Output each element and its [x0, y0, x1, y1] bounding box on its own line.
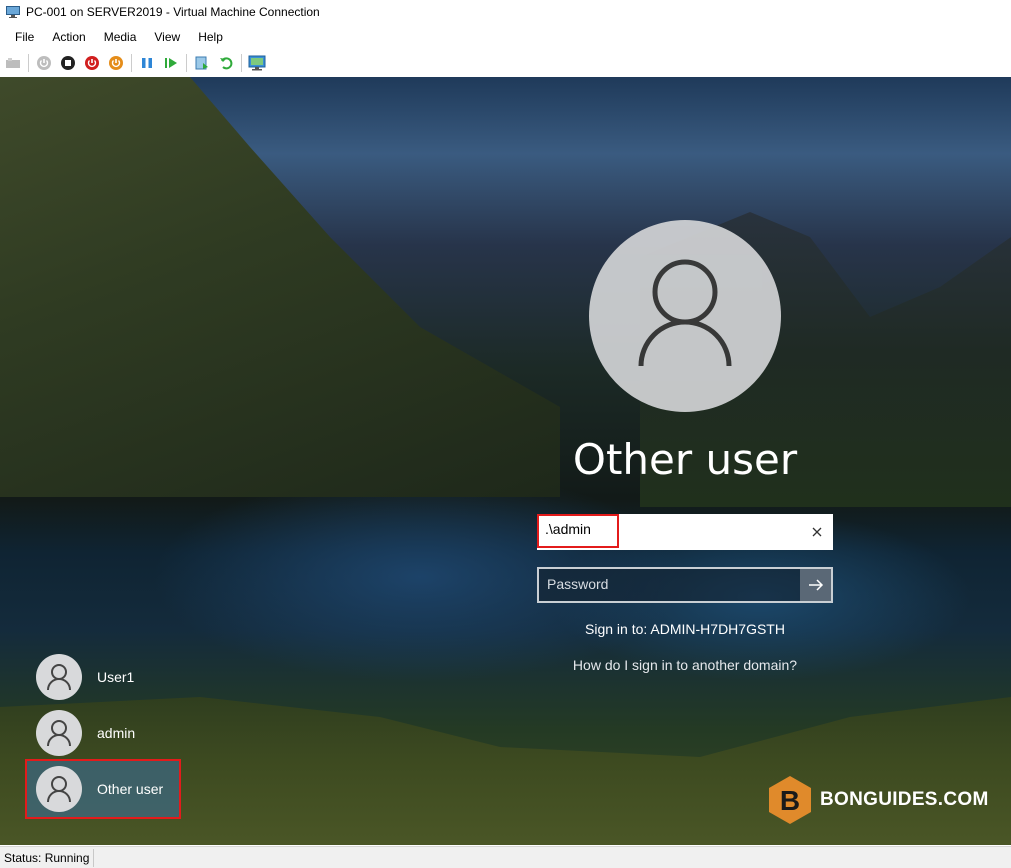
user-tile-label: Other user: [97, 781, 164, 797]
menu-help[interactable]: Help: [189, 30, 232, 44]
menu-action[interactable]: Action: [43, 30, 94, 44]
window-title: PC-001 on SERVER2019 - Virtual Machine C…: [26, 5, 320, 19]
submit-arrow-button[interactable]: [800, 569, 831, 601]
toolbar-separator: [131, 54, 132, 72]
user-tile-label: User1: [97, 669, 135, 685]
arrow-right-icon: [808, 579, 823, 591]
user-tile-user1[interactable]: User1: [27, 650, 179, 704]
password-input[interactable]: [547, 576, 787, 592]
toolbar: [0, 50, 1011, 76]
user-tile-label: admin: [97, 725, 136, 741]
enhanced-session-icon[interactable]: [248, 54, 266, 72]
user-icon: [36, 654, 82, 700]
user-avatar-large: [589, 220, 781, 412]
toolbar-separator: [28, 54, 29, 72]
status-text: Status: Running: [0, 848, 95, 867]
user-icon: [638, 259, 732, 367]
window-titlebar: PC-001 on SERVER2019 - Virtual Machine C…: [0, 0, 1011, 24]
other-domain-link[interactable]: How do I sign in to another domain?: [540, 657, 830, 673]
bonguides-logo-icon: B: [769, 776, 811, 824]
reset-icon[interactable]: [162, 54, 180, 72]
menu-media[interactable]: Media: [95, 30, 146, 44]
status-bar: Status: Running: [0, 846, 1011, 868]
pause-icon[interactable]: [138, 54, 156, 72]
menu-view[interactable]: View: [145, 30, 189, 44]
vm-connection-icon: [6, 6, 20, 18]
checkpoint-icon[interactable]: [193, 54, 211, 72]
menu-file[interactable]: File: [6, 30, 43, 44]
sign-in-to-label: Sign in to: ADMIN-H7DH7GSTH: [585, 621, 785, 637]
toolbar-separator: [186, 54, 187, 72]
user-tile-other-user[interactable]: Other user: [25, 759, 181, 819]
user-tile-admin[interactable]: admin: [27, 706, 179, 760]
turn-off-icon[interactable]: [59, 54, 77, 72]
clear-icon[interactable]: [807, 522, 827, 542]
shutdown-icon[interactable]: [83, 54, 101, 72]
menu-bar: File Action Media View Help: [0, 26, 1011, 48]
user-icon: [36, 766, 82, 812]
login-username-title: Other user: [572, 435, 798, 484]
watermark: B BONGUIDES.COM: [768, 775, 989, 825]
start-icon[interactable]: [35, 54, 53, 72]
watermark-text: BONGUIDES.COM: [820, 789, 989, 810]
vm-screen[interactable]: Other user Sign in to: ADMIN-H7DH7GSTH H…: [0, 77, 1011, 845]
username-highlight: [537, 514, 619, 548]
user-icon: [36, 710, 82, 756]
username-field[interactable]: [537, 514, 833, 550]
save-icon[interactable]: [107, 54, 125, 72]
password-field[interactable]: [537, 567, 833, 603]
revert-icon[interactable]: [217, 54, 235, 72]
ctrl-alt-del-icon[interactable]: [4, 54, 22, 72]
background-mountain-left: [0, 77, 560, 497]
watermark-logo-letter: B: [780, 785, 800, 816]
toolbar-separator: [241, 54, 242, 72]
